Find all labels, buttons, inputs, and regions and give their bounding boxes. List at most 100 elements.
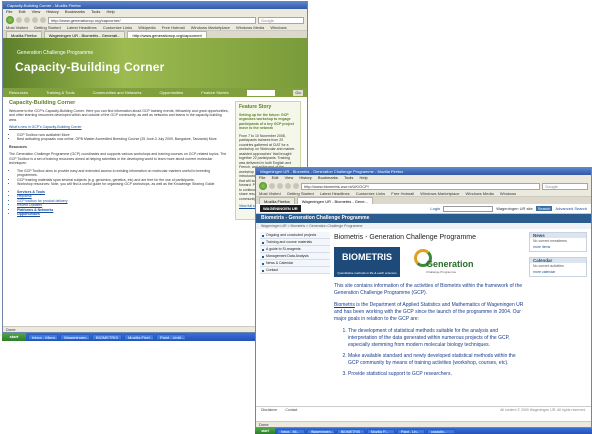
nav-communities[interactable]: Communities and Networks (93, 90, 142, 95)
bookmark-item[interactable]: Windows Media (236, 25, 264, 30)
menu-help[interactable]: Help (106, 9, 114, 14)
taskbar-item[interactable]: Inbox - Micro... (28, 334, 58, 340)
resources-text: The Generation Challenge Programme (GCP)… (9, 152, 227, 165)
bookmark-item[interactable]: Most Visited (259, 191, 281, 196)
menu-file[interactable]: File (6, 9, 12, 14)
bookmark-item[interactable]: Windows (500, 191, 516, 196)
start-button[interactable]: start (255, 428, 275, 434)
whats-new-heading[interactable]: What's new in GCP's Capacity-Building Co… (9, 125, 229, 130)
menu-view[interactable]: View (32, 9, 41, 14)
forward-icon[interactable] (269, 183, 275, 189)
menu-edit[interactable]: Edit (19, 9, 26, 14)
tab-wageningen[interactable]: Wageningen UR - Biometris - Gene... (296, 197, 373, 204)
nav-opportunities[interactable]: Opportunities (160, 90, 184, 95)
tab-wageningen[interactable]: Wageningen UR - Biometris - Generati... (43, 31, 126, 38)
taskbar-item[interactable]: Paint - Untit... (156, 334, 186, 340)
home-icon[interactable] (293, 183, 299, 189)
taskbar-item[interactable]: Mozilla Firef... (124, 334, 154, 340)
menu-tools[interactable]: Tools (344, 175, 353, 180)
list-item: Provide statistical support to GCP resea… (348, 371, 525, 378)
sidebar-item-news[interactable]: News & Calendar (260, 260, 330, 267)
bookmark-item[interactable]: Getting Started (34, 25, 61, 30)
footer-contact-link[interactable]: Contact (285, 407, 297, 413)
list-item[interactable]: The GCP Toolbox aims to provide easy and… (17, 169, 229, 178)
tab-mozilla-firefox[interactable]: Mozilla Firefox (6, 31, 42, 38)
news-box: News No current newsitems more items (529, 232, 587, 252)
nav-resources[interactable]: Resources (9, 90, 28, 95)
back-icon[interactable] (6, 16, 14, 24)
taskbar-item[interactable]: BIOMETRIS (337, 428, 365, 434)
menu-bookmarks[interactable]: Bookmarks (65, 9, 85, 14)
menu-file[interactable]: File (259, 175, 265, 180)
nav-feature-stories[interactable]: Feature Stories (201, 90, 228, 95)
sidebar-item-management[interactable]: Management Data Analysis (260, 253, 330, 260)
menu-bookmarks[interactable]: Bookmarks (318, 175, 338, 180)
search-input[interactable]: Google (542, 182, 588, 190)
forward-icon[interactable] (16, 17, 22, 23)
bookmark-item[interactable]: Customize Links (356, 191, 385, 196)
taskbar-item[interactable]: BIOMETRIS (92, 334, 122, 340)
reload-icon[interactable] (277, 183, 283, 189)
sidebar-item-training[interactable]: Training and course materials (260, 239, 330, 246)
list-item[interactable]: Workshop resources: Note, you will find … (17, 182, 229, 187)
menu-history[interactable]: History (299, 175, 311, 180)
menu-help[interactable]: Help (359, 175, 367, 180)
feature-lead[interactable]: Setting up for the future: GCP organises… (239, 113, 297, 131)
back-icon[interactable] (259, 182, 267, 190)
login-link[interactable]: Login (430, 206, 440, 211)
taskbar-item[interactable]: Inbox - Mi... (277, 428, 305, 434)
news-more-link[interactable]: more items (530, 245, 586, 251)
site-search-input[interactable] (247, 89, 275, 96)
bookmark-item[interactable]: Latest Headlines (320, 191, 350, 196)
tab-mozilla-firefox[interactable]: Mozilla Firefox (259, 197, 295, 204)
wur-logo[interactable]: WAGENINGEN UR (260, 205, 301, 212)
biometris-logo[interactable]: BIOMETRIS Quantitative methods in life &… (334, 247, 400, 277)
bookmark-item[interactable]: Most Visited (6, 25, 28, 30)
site-search-button[interactable]: Search (535, 206, 553, 211)
bookmark-item[interactable]: Windows Media (466, 191, 494, 196)
bookmark-item[interactable]: Free Hotmail (162, 25, 185, 30)
taskbar-item[interactable]: Mozilla Fi... (367, 428, 395, 434)
bookmark-item[interactable]: Windows (270, 25, 286, 30)
stop-icon[interactable] (32, 17, 38, 23)
reload-icon[interactable] (24, 17, 30, 23)
resources-heading: Resources (9, 144, 27, 149)
bookmark-item[interactable]: Customize Links (103, 25, 132, 30)
sidebar-item-guide[interactable]: A guide to SI-reagents (260, 246, 330, 253)
site-search-go-button[interactable]: Go (293, 89, 303, 96)
search-scope-select[interactable]: Wageningen UR site (496, 206, 533, 211)
menu-history[interactable]: History (46, 9, 58, 14)
taskbar-item[interactable]: Wageningen... (307, 428, 335, 434)
biometris-link[interactable]: Biometris (334, 302, 355, 308)
taskbar-item[interactable]: Paint - Un... (397, 428, 425, 434)
nav-training-tools[interactable]: Training & Tools (46, 90, 74, 95)
footer-disclaimer-link[interactable]: Disclaimer (261, 407, 277, 413)
list-item[interactable]: Opportunities (17, 212, 229, 217)
tab-capcorner[interactable]: http://www.generationcp.org/capcorner/ (127, 31, 208, 38)
bookmark-item[interactable]: Windows Marketplace (191, 25, 230, 30)
bookmark-item[interactable]: Windows Marketplace (420, 191, 459, 196)
bookmark-item[interactable]: Latest Headlines (67, 25, 97, 30)
taskbar-item[interactable]: Wageningen... (60, 334, 90, 340)
generation-logo[interactable]: Generation Challenge Programme (408, 247, 478, 277)
menu-tools[interactable]: Tools (91, 9, 100, 14)
sidebar-item-projects[interactable]: Ongoing and concluded projects (260, 232, 330, 239)
list-item[interactable]: Best activating proposals now online. GP… (17, 137, 229, 142)
search-input[interactable]: Google (258, 16, 304, 24)
bookmark-item[interactable]: Free Hotmail (391, 191, 414, 196)
start-button[interactable]: start (2, 333, 26, 341)
bookmark-item[interactable]: Wikipedia (138, 25, 155, 30)
gcp-logo[interactable]: Generation Challenge Programme (17, 50, 93, 56)
menu-edit[interactable]: Edit (272, 175, 279, 180)
stop-icon[interactable] (285, 183, 291, 189)
taskbar-item[interactable]: capacity... (427, 428, 455, 434)
menu-view[interactable]: View (285, 175, 294, 180)
advanced-search-link[interactable]: Advanced Search (555, 206, 587, 211)
address-bar[interactable]: http://www.generationcp.org/capcorner/ (48, 16, 256, 24)
bookmark-item[interactable]: Getting Started (287, 191, 314, 196)
calendar-more-link[interactable]: more calendar (530, 270, 586, 276)
sidebar-item-contact[interactable]: Contact (260, 267, 330, 274)
home-icon[interactable] (40, 17, 46, 23)
site-search-input[interactable] (443, 205, 494, 212)
address-bar[interactable]: http://www.biometris.wur.nl/UK/GCP/ (301, 182, 540, 190)
